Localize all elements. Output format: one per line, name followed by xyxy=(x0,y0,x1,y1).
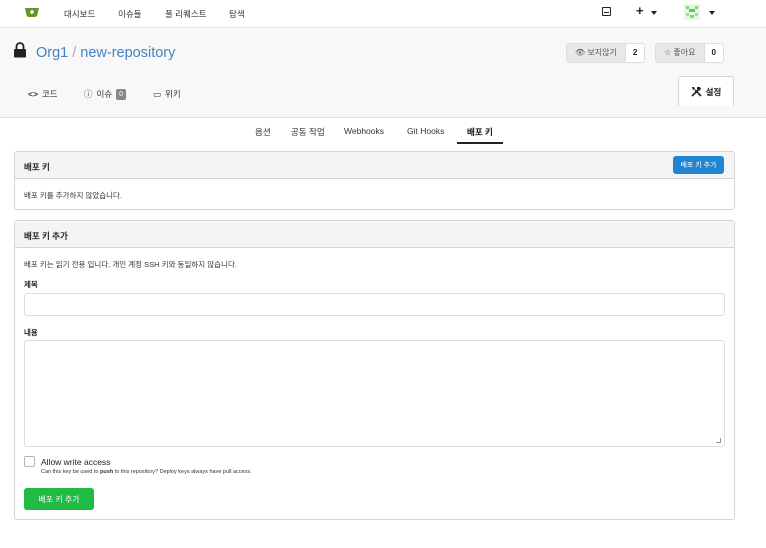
nav-pull-requests[interactable]: 풀 리퀘스트 xyxy=(165,8,206,20)
tools-icon xyxy=(691,87,702,97)
title-field-label: 제목 xyxy=(24,280,38,289)
repo-path-separator: / xyxy=(72,45,77,61)
inbox-icon[interactable] xyxy=(602,7,611,16)
issues-count-badge: 0 xyxy=(116,88,127,100)
repo-tabs: <> 코드 ⓘ 이슈 0 ▭ 위키 xyxy=(0,80,766,108)
submit-deploy-key-button[interactable]: 배포 키 추가 xyxy=(24,488,94,510)
tab-code[interactable]: <> 코드 xyxy=(28,88,58,100)
title-input[interactable] xyxy=(24,293,725,316)
repo-title: Org1/new-repository xyxy=(36,45,175,61)
repo-header: Org1/new-repository 👁 보지않기 2 ☆ 좋아요 0 <> … xyxy=(0,28,766,118)
content-field-label: 내용 xyxy=(24,328,38,337)
repo-owner-link[interactable]: Org1 xyxy=(36,45,68,61)
allow-write-access-checkbox[interactable] xyxy=(24,456,35,467)
submenu-active-underline xyxy=(457,142,503,144)
tab-settings[interactable]: 설정 xyxy=(678,76,734,106)
no-deploy-keys-message: 배포 키를 추가하지 않았습니다. xyxy=(24,191,123,200)
plus-icon[interactable]: + xyxy=(636,3,644,18)
tab-issues[interactable]: ⓘ 이슈 0 xyxy=(84,88,127,100)
deploy-keys-header: 배포 키 배포 키 추가 xyxy=(15,152,734,179)
add-deploy-key-segment: 배포 키 추가 배포 키는 읽기 전용 입니다. 개인 계정 SSH 키와 동일… xyxy=(14,220,735,520)
resize-handle-icon[interactable] xyxy=(716,438,721,443)
tab-issues-label: 이슈 xyxy=(96,89,113,99)
add-deploy-key-header: 배포 키 추가 xyxy=(15,221,734,248)
add-deploy-key-button[interactable]: 배포 키 추가 xyxy=(673,156,724,174)
submenu-webhooks[interactable]: Webhooks xyxy=(344,126,384,136)
tab-settings-label: 설정 xyxy=(705,86,722,97)
repo-name-link[interactable]: new-repository xyxy=(80,45,175,61)
add-deploy-key-title: 배포 키 추가 xyxy=(24,231,68,241)
deploy-keys-segment: 배포 키 배포 키 추가 배포 키를 추가하지 않았습니다. xyxy=(14,151,735,210)
deploy-key-description: 배포 키는 읽기 전용 입니다. 개인 계정 SSH 키와 동일하지 않습니다. xyxy=(24,260,237,269)
deploy-keys-title: 배포 키 xyxy=(24,162,50,172)
write-access-help-text: Can this key be used to push to this rep… xyxy=(41,469,252,475)
wiki-icon: ▭ xyxy=(153,88,162,99)
create-dropdown-caret-icon[interactable] xyxy=(651,11,657,15)
top-navbar: 대시보드 이슈들 풀 리퀘스트 탐색 + xyxy=(0,0,766,28)
star-button-group: ☆ 좋아요 0 xyxy=(655,43,724,63)
user-menu-caret-icon[interactable] xyxy=(709,11,715,15)
lock-icon xyxy=(14,42,26,58)
content-textarea[interactable] xyxy=(24,340,725,447)
submenu-collaboration[interactable]: 공동 작업 xyxy=(291,126,325,138)
nav-dashboard[interactable]: 대시보드 xyxy=(64,8,95,20)
tab-wiki[interactable]: ▭ 위키 xyxy=(153,88,181,100)
tab-code-label: 코드 xyxy=(41,89,58,99)
nav-explore[interactable]: 탐색 xyxy=(229,8,245,20)
avatar[interactable] xyxy=(684,4,700,20)
settings-submenu: 옵션 공동 작업 Webhooks Git Hooks 배포 키 xyxy=(0,118,766,144)
issue-icon: ⓘ xyxy=(84,89,93,99)
submenu-deploy-keys[interactable]: 배포 키 xyxy=(467,126,493,138)
tab-wiki-label: 위키 xyxy=(165,89,181,99)
star-button[interactable]: ☆ 좋아요 xyxy=(656,44,704,62)
watch-button-group: 👁 보지않기 2 xyxy=(566,43,646,63)
star-count[interactable]: 0 xyxy=(703,44,723,62)
gitea-logo-icon[interactable] xyxy=(24,6,40,18)
allow-write-access-label[interactable]: Allow write access xyxy=(41,457,110,467)
submenu-git-hooks[interactable]: Git Hooks xyxy=(407,126,444,136)
code-icon: <> xyxy=(28,89,38,99)
watch-button[interactable]: 👁 보지않기 xyxy=(567,44,625,62)
submenu-options[interactable]: 옵션 xyxy=(255,126,271,138)
watch-count[interactable]: 2 xyxy=(624,44,645,62)
nav-issues[interactable]: 이슈들 xyxy=(118,8,141,20)
